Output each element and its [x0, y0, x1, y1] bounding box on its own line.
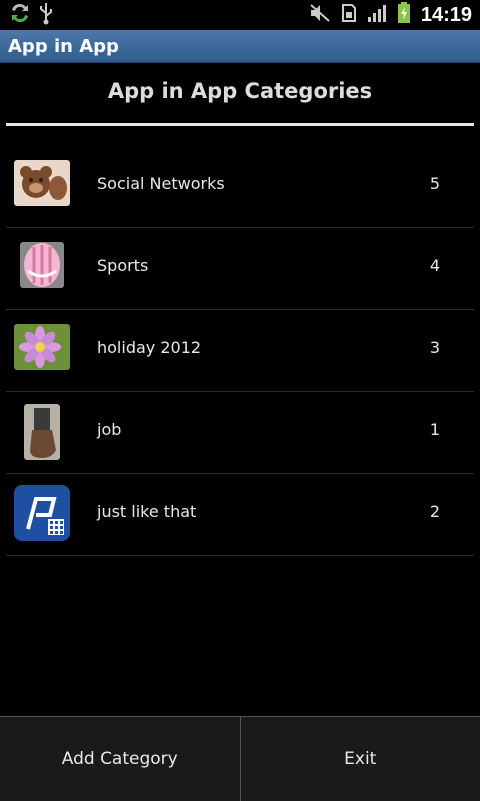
category-count: 2	[430, 502, 440, 521]
category-label: Social Networks	[97, 174, 225, 193]
teddy-bear-thumb	[14, 160, 70, 206]
battery-icon	[397, 2, 411, 28]
list-item[interactable]: holiday 2012 3	[6, 310, 474, 392]
category-count: 3	[430, 338, 440, 357]
add-category-button[interactable]: Add Category	[0, 717, 240, 801]
list-item[interactable]: Social Networks 5	[6, 146, 474, 228]
category-label: job	[97, 420, 121, 439]
flower-thumb	[14, 324, 70, 370]
title-divider	[6, 123, 474, 126]
helmet-thumb	[20, 242, 64, 288]
status-bar: 14:19	[0, 0, 480, 30]
boot-thumb	[24, 404, 60, 460]
app-title: App in App	[8, 36, 119, 57]
category-label: Sports	[97, 256, 148, 275]
list-item[interactable]: just like that 2	[6, 474, 474, 556]
category-list: Social Networks 5 Sports 4	[0, 146, 480, 556]
category-label: holiday 2012	[97, 338, 201, 357]
exit-button[interactable]: Exit	[241, 717, 480, 801]
category-count: 5	[430, 174, 440, 193]
sync-icon	[8, 2, 32, 28]
clock: 14:19	[421, 4, 472, 27]
app-title-bar: App in App	[0, 30, 480, 63]
bottom-action-bar: Add Category Exit	[0, 716, 480, 801]
sim-icon	[341, 3, 357, 27]
page-title: App in App Categories	[0, 62, 480, 120]
category-count: 1	[430, 420, 440, 439]
usb-icon	[38, 1, 54, 29]
list-item[interactable]: job 1	[6, 392, 474, 474]
category-label: just like that	[97, 502, 196, 521]
app-logo-thumb	[14, 485, 70, 541]
mute-icon	[309, 3, 331, 27]
list-item[interactable]: Sports 4	[6, 228, 474, 310]
category-count: 4	[430, 256, 440, 275]
signal-icon	[367, 3, 387, 27]
